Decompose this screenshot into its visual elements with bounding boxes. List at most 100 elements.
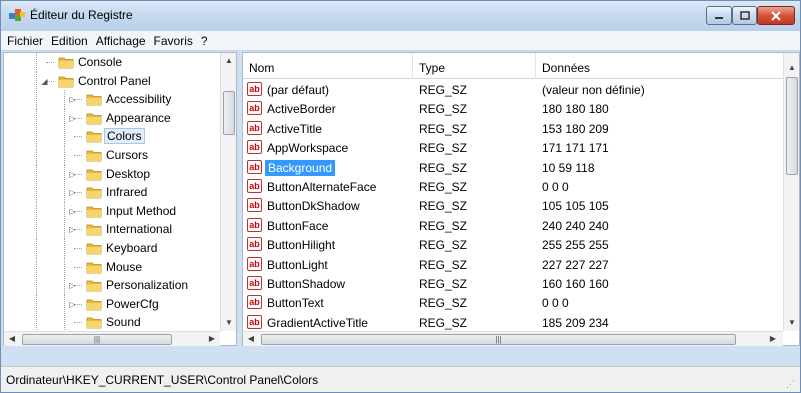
value-row[interactable]: ab ButtonShadow REG_SZ 160 160 160	[243, 274, 783, 293]
expand-toggle-icon[interactable]: ▷	[68, 95, 77, 104]
value-type: REG_SZ	[419, 83, 468, 97]
value-data: 105 105 105	[542, 199, 609, 214]
scroll-left-icon[interactable]: ◀	[243, 334, 259, 344]
string-value-icon: ab	[247, 256, 262, 271]
menu-item-0[interactable]: Fichier	[3, 34, 47, 48]
tree-vertical-scrollbar[interactable]: ▲ ▼	[220, 53, 236, 331]
column-header-type[interactable]: Type	[413, 53, 536, 79]
value-row[interactable]: ab ButtonFace REG_SZ 240 240 240	[243, 216, 783, 235]
value-name: AppWorkspace	[267, 141, 349, 156]
menu-item-1[interactable]: Edition	[47, 34, 92, 48]
window-title: Éditeur du Registre	[30, 8, 133, 22]
folder-icon	[86, 92, 102, 106]
tree-item[interactable]: ▷ Infrared	[4, 183, 220, 203]
scroll-down-icon[interactable]: ▼	[221, 318, 237, 328]
value-row[interactable]: ab ActiveTitle REG_SZ 153 180 209	[243, 119, 783, 138]
value-row[interactable]: ab (par défaut) REG_SZ (valeur non définie)	[243, 80, 783, 99]
tree-item[interactable]: Keyboard	[4, 239, 220, 258]
values-vertical-scrollbar[interactable]: ▲ ▼	[783, 53, 799, 331]
folder-icon	[86, 167, 102, 181]
value-row[interactable]: ab Background REG_SZ 10 59 118	[243, 158, 783, 177]
tree-hscroll-thumb[interactable]: |||	[22, 334, 172, 345]
status-path: Ordinateur\HKEY_CURRENT_USER\Control Pan…	[6, 373, 319, 387]
tree-item-label: Infrared	[106, 185, 148, 200]
value-name: ButtonFace	[267, 218, 329, 233]
value-type: REG_SZ	[419, 199, 468, 214]
value-data: 240 240 240	[542, 218, 609, 233]
menu-bar: Fichier Edition Affichage Favoris?	[1, 31, 800, 51]
expand-toggle-icon[interactable]: ▷	[68, 114, 77, 123]
menu-item-4[interactable]: ?	[197, 34, 212, 48]
value-row[interactable]: ab ButtonDkShadow REG_SZ 105 105 105	[243, 196, 783, 215]
tree-item[interactable]: ▷ International	[4, 220, 220, 240]
expand-toggle-icon[interactable]: ▷	[68, 170, 77, 179]
value-row[interactable]: ab ButtonText REG_SZ 0 0 0	[243, 293, 783, 312]
tree-item[interactable]: Colors	[4, 127, 220, 147]
tree-item[interactable]: Console	[4, 53, 220, 72]
tree-item[interactable]: ▷ Appearance	[4, 108, 220, 128]
string-value-icon: ab	[247, 217, 262, 232]
value-row[interactable]: ab GradientActiveTitle REG_SZ 185 209 234	[243, 313, 783, 331]
scroll-left-icon[interactable]: ◀	[4, 334, 20, 344]
tree-item[interactable]: ▷ Input Method	[4, 201, 220, 221]
resize-grip-icon[interactable]: ⋰	[786, 379, 796, 389]
value-type: REG_SZ	[419, 102, 468, 117]
value-name: Background	[265, 159, 336, 176]
scroll-down-icon[interactable]: ▼	[784, 318, 800, 328]
expand-toggle-icon[interactable]: ▷	[68, 225, 77, 234]
string-value-icon: ab	[247, 82, 262, 96]
value-row[interactable]: ab AppWorkspace REG_SZ 171 171 171	[243, 138, 783, 157]
value-row[interactable]: ab ActiveBorder REG_SZ 180 180 180	[243, 99, 783, 118]
tree-item[interactable]: ▷ Desktop	[4, 164, 220, 184]
value-row[interactable]: ab ButtonLight REG_SZ 227 227 227	[243, 255, 783, 274]
folder-icon	[58, 74, 74, 88]
folder-icon	[86, 297, 102, 311]
scroll-right-icon[interactable]: ▶	[765, 334, 781, 344]
value-name: (par défaut)	[267, 83, 330, 97]
scroll-right-icon[interactable]: ▶	[204, 334, 220, 344]
tree-item[interactable]: ◢ Control Panel	[4, 71, 220, 91]
values-vscroll-thumb[interactable]	[786, 77, 798, 175]
tree-item[interactable]: Mouse	[4, 257, 220, 277]
folder-icon	[86, 315, 102, 329]
values-pane: Nom Type Données ab (par défaut) REG_SZ (va…	[242, 52, 800, 346]
tree-vscroll-thumb[interactable]	[223, 91, 235, 135]
expand-toggle-icon[interactable]: ▷	[68, 207, 77, 216]
folder-icon	[86, 148, 102, 162]
menu-item-2[interactable]: Affichage	[92, 34, 150, 48]
tree-item[interactable]: Cursors	[4, 146, 220, 165]
column-header-data[interactable]: Données	[536, 53, 783, 79]
value-data: 185 209 234	[542, 315, 609, 330]
string-value-icon: ab	[247, 276, 262, 290]
values-hscroll-thumb[interactable]: |||	[261, 334, 736, 345]
tree-horizontal-scrollbar[interactable]: ◀ ||| ▶	[4, 331, 220, 346]
title-bar[interactable]: Éditeur du Registre	[1, 1, 800, 31]
expand-toggle-icon[interactable]: ▷	[68, 188, 77, 197]
scroll-up-icon[interactable]: ▲	[221, 56, 237, 66]
folder-icon	[86, 129, 102, 143]
tree-item-label: Console	[78, 55, 123, 69]
values-header: Nom Type Données	[243, 53, 783, 79]
column-header-name[interactable]: Nom	[243, 53, 413, 79]
tree-item[interactable]: ▷ Accessibility	[4, 90, 220, 110]
value-data: 153 180 209	[542, 121, 609, 136]
value-row[interactable]: ab ButtonHilight REG_SZ 255 255 255	[243, 235, 783, 254]
minimize-button[interactable]	[706, 6, 732, 25]
scroll-up-icon[interactable]: ▲	[784, 63, 800, 73]
key-tree: Console ◢ Control Panel ▷ Accessibility ▷ Appe…	[4, 53, 220, 331]
expand-toggle-icon[interactable]: ▷	[68, 281, 77, 290]
value-row[interactable]: ab ButtonAlternateFace REG_SZ 0 0 0	[243, 177, 783, 196]
value-type: REG_SZ	[419, 238, 468, 253]
folder-icon	[86, 111, 102, 125]
tree-item[interactable]: ▷ PowerCfg	[4, 294, 220, 314]
values-horizontal-scrollbar[interactable]: ◀ ||| ▶	[243, 331, 783, 346]
maximize-button[interactable]	[732, 6, 757, 25]
tree-item[interactable]: Sound	[4, 313, 220, 331]
close-button[interactable]	[757, 6, 795, 25]
tree-item[interactable]: ▷ Personalization	[4, 276, 220, 296]
tree-item-label: Accessibility	[106, 92, 172, 107]
expand-toggle-icon[interactable]: ◢	[40, 77, 49, 86]
value-data: (valeur non définie)	[542, 83, 645, 97]
expand-toggle-icon[interactable]: ▷	[68, 300, 77, 309]
menu-item-3[interactable]: Favoris	[150, 34, 197, 48]
